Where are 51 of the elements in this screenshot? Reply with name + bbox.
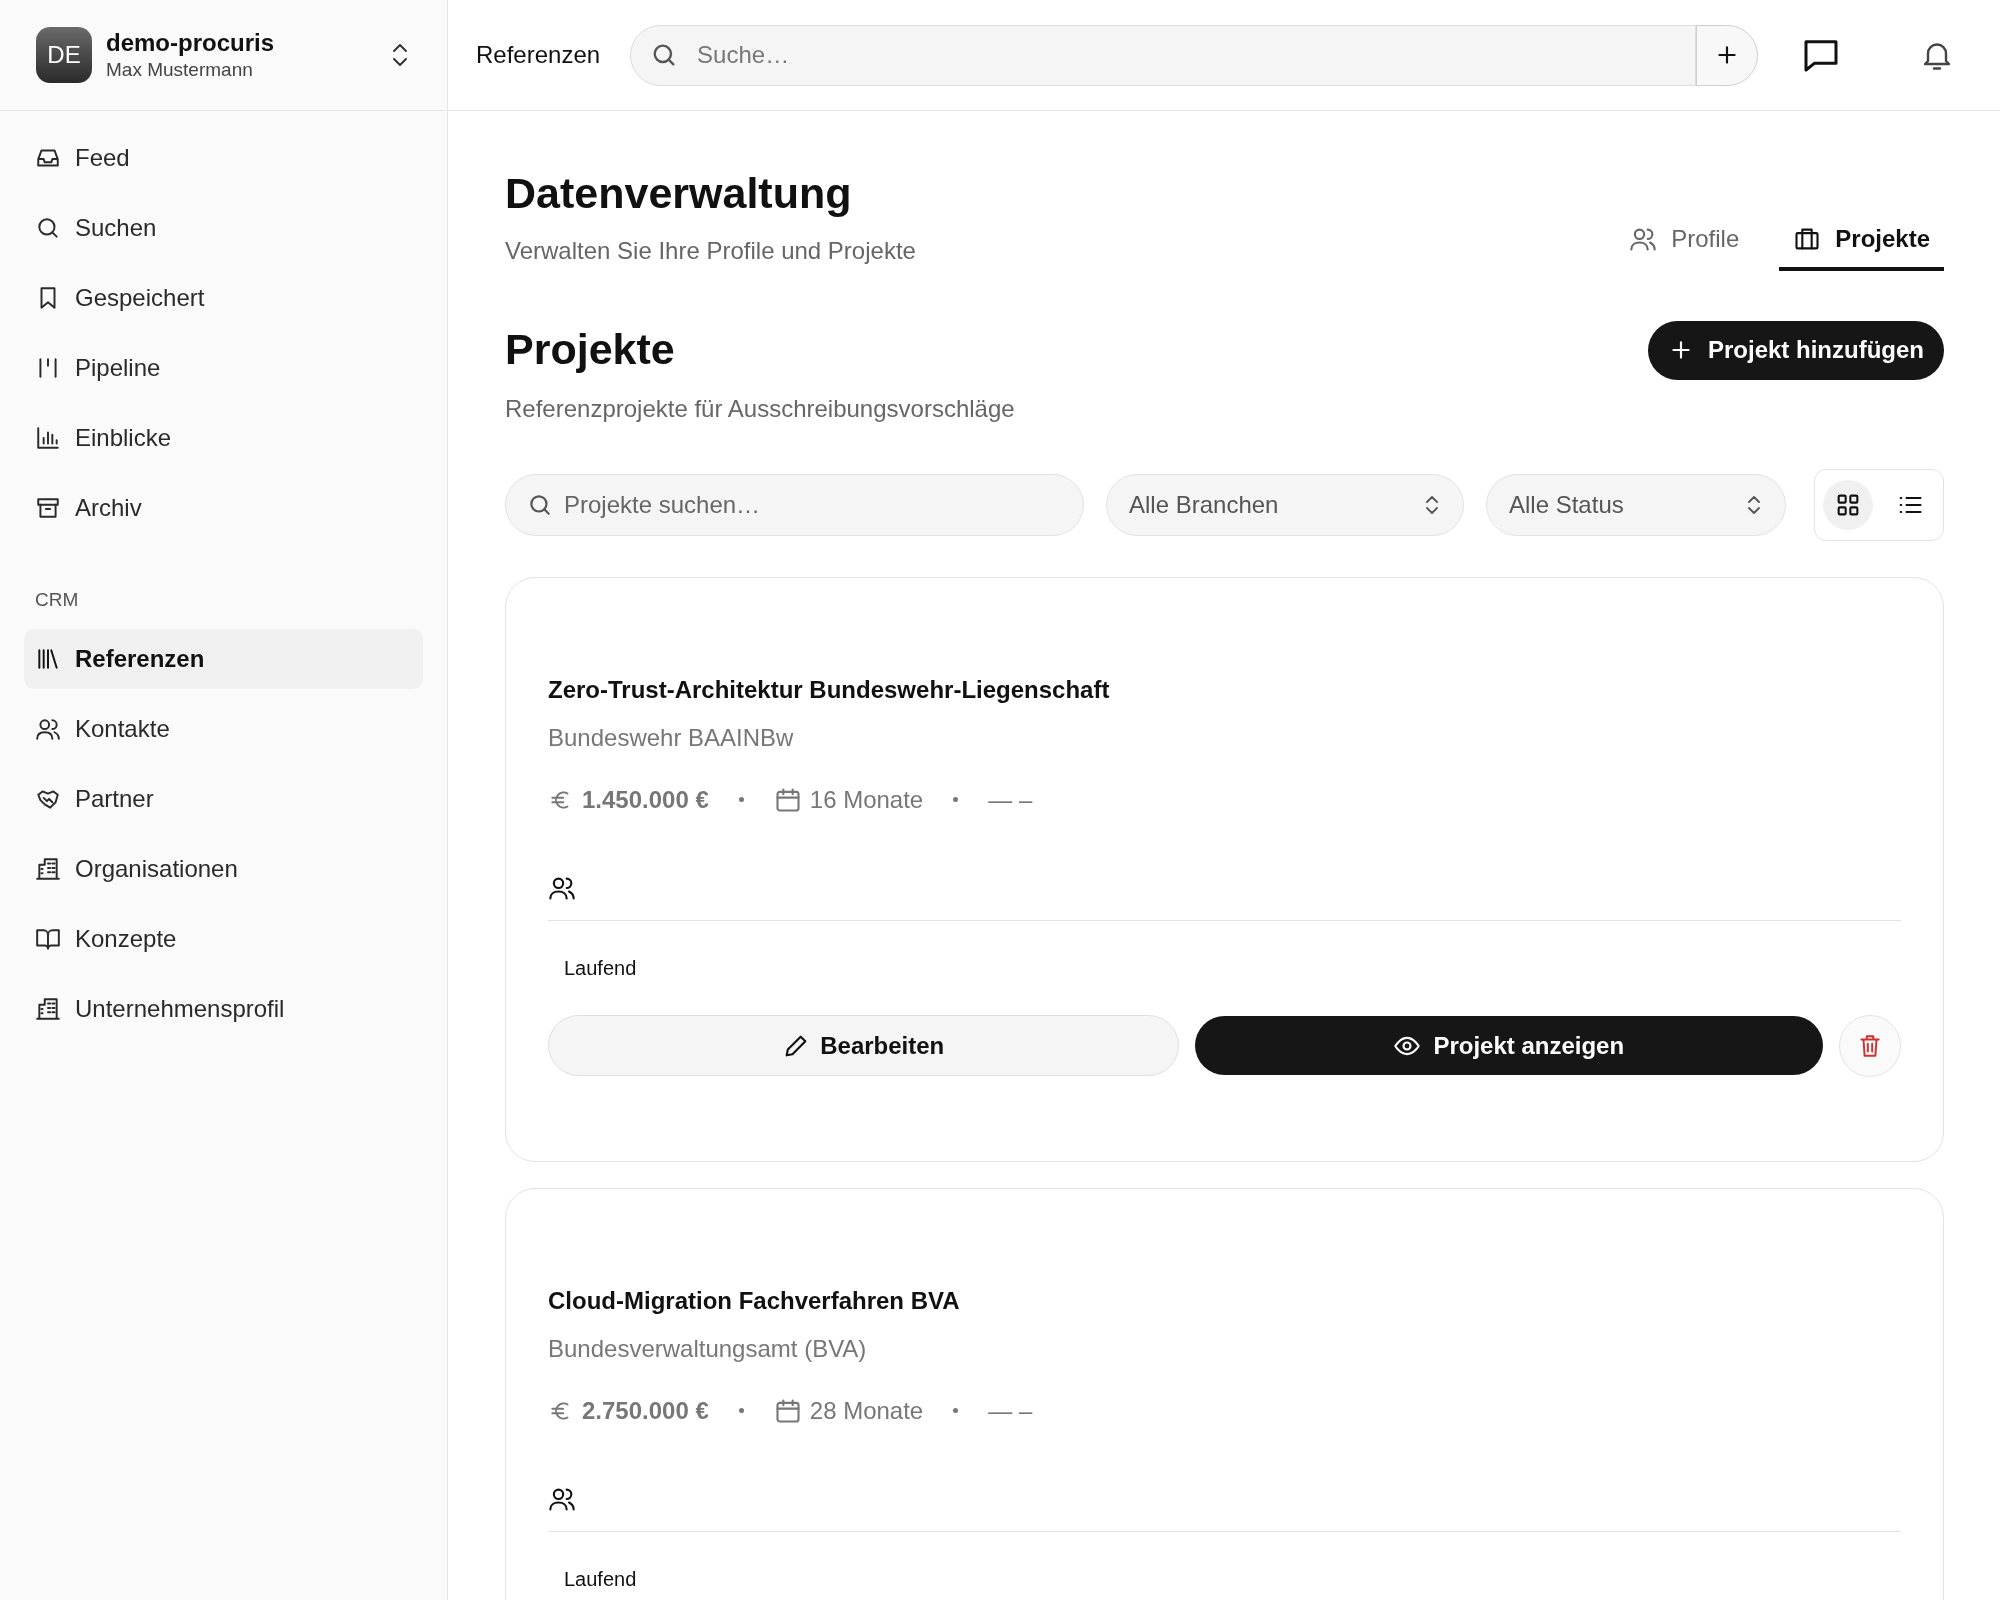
- calendar-icon: [773, 1396, 802, 1425]
- user-name: Max Mustermann: [106, 58, 254, 82]
- add-project-button[interactable]: Projekt hinzufügen: [1648, 320, 1944, 380]
- workspace-name: demo-procuris: [106, 28, 276, 59]
- calendar-icon: [773, 785, 802, 814]
- project-search-field[interactable]: Projekte suchen…: [505, 473, 1084, 536]
- sidebar-item[interactable]: Archiv: [24, 478, 423, 538]
- building-icon: [35, 855, 61, 882]
- project-title: Cloud-Migration Fachverfahren BVA: [548, 1285, 961, 1316]
- section-subtitle: Referenzprojekte für Ausschreibungsvorschläge: [505, 393, 1015, 424]
- client-name: Bundesverwaltungsamt (BVA): [548, 1333, 868, 1364]
- sidebar-item[interactable]: Feed: [24, 128, 423, 188]
- sidebar-item[interactable]: Gespeichert: [24, 268, 423, 328]
- branch-select[interactable]: Alle Branchen: [1106, 473, 1464, 536]
- sidebar-item[interactable]: Organisationen: [24, 838, 423, 899]
- trash-icon: [1857, 1032, 1883, 1059]
- duration-value: 16 Monate: [809, 784, 924, 815]
- tab[interactable]: Profile: [1615, 210, 1754, 271]
- page-title: Datenverwaltung: [505, 168, 853, 219]
- breadcrumb: Referenzen: [476, 40, 601, 70]
- sidebar-item[interactable]: Kontakte: [24, 698, 423, 759]
- section-title: Projekte: [505, 323, 676, 375]
- search-field[interactable]: Suche…: [630, 24, 1696, 86]
- building-icon: [35, 995, 61, 1022]
- date-range: — –: [988, 1395, 1033, 1426]
- sidebar-item[interactable]: Einblicke: [24, 408, 423, 468]
- sidebar-item[interactable]: Konzepte: [24, 908, 423, 969]
- archive-box-icon: [35, 495, 61, 521]
- status-label: Laufend: [563, 955, 638, 981]
- search-icon: [35, 215, 61, 241]
- sidebar-item[interactable]: Referenzen: [24, 628, 423, 689]
- tab[interactable]: Projekte: [1779, 210, 1944, 271]
- edit-button[interactable]: Bearbeiten: [548, 1015, 1179, 1076]
- view-project-button[interactable]: Projekt anzeigen: [1194, 1016, 1823, 1075]
- budget-value: 2.750.000 €: [582, 1395, 709, 1426]
- sidebar-item[interactable]: Unternehmensprofil: [24, 978, 423, 1039]
- duration-value: 28 Monate: [809, 1395, 924, 1426]
- client-name: Bundeswehr BAAINBw: [548, 722, 795, 753]
- sidebar-item[interactable]: Pipeline: [24, 338, 423, 398]
- bar-chart-icon: [35, 425, 61, 451]
- section-heading: CRM: [34, 588, 80, 612]
- project-title: Zero-Trust-Architektur Bundeswehr-Liegenschaft: [548, 674, 1111, 705]
- page-subtitle: Verwalten Sie Ihre Profile und Projekte: [505, 235, 916, 266]
- workspace-avatar: DE: [36, 27, 92, 83]
- grid-view-button[interactable]: [1823, 479, 1873, 530]
- sidebar-item[interactable]: Suchen: [24, 198, 423, 258]
- date-range: — –: [988, 784, 1033, 815]
- sidebar-item[interactable]: Partner: [24, 768, 423, 829]
- status-label: Laufend: [563, 1566, 638, 1592]
- budget-value: 1.450.000 €: [582, 784, 709, 815]
- status-select[interactable]: Alle Status: [1486, 473, 1786, 536]
